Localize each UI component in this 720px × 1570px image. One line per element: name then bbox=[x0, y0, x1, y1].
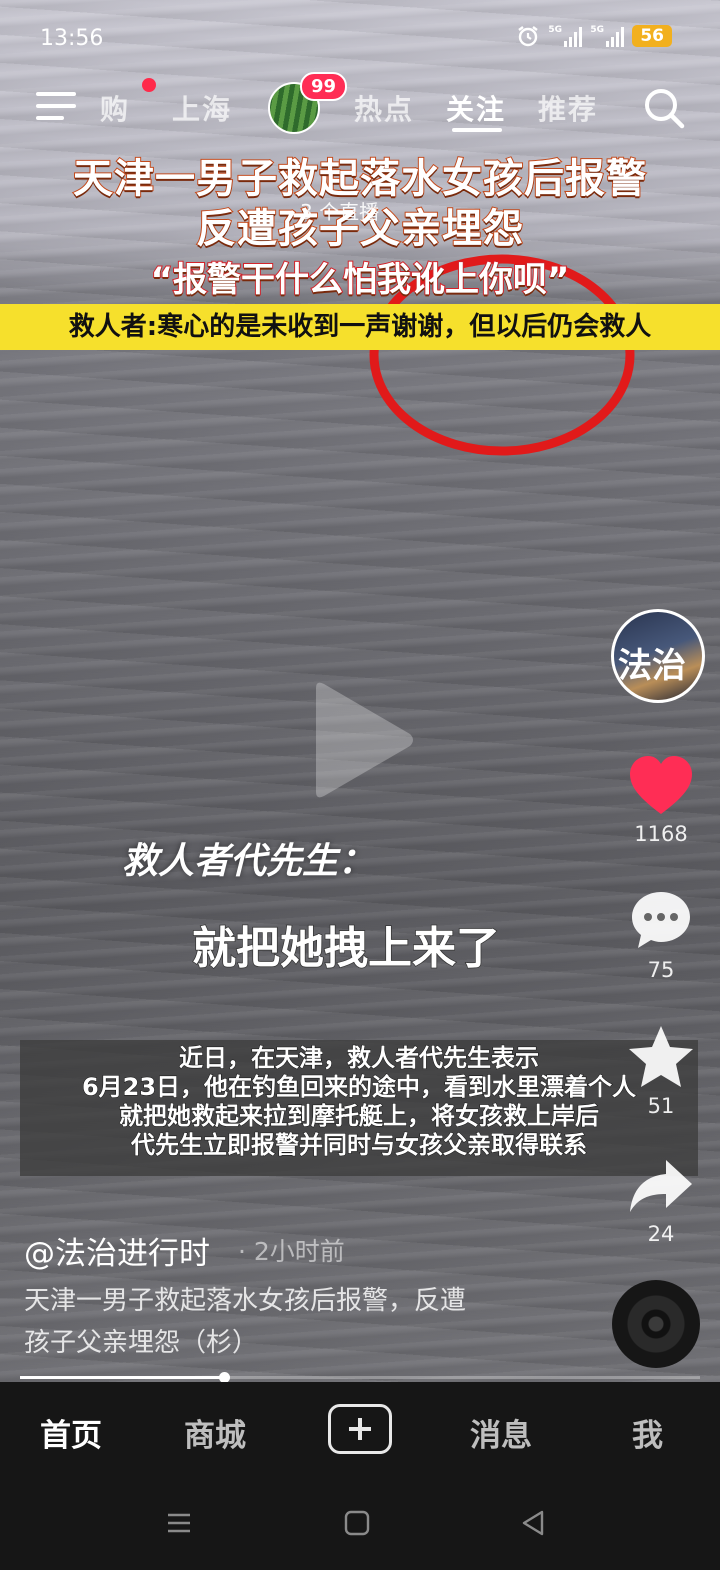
search-icon[interactable] bbox=[642, 86, 686, 130]
home-system-icon[interactable] bbox=[344, 1510, 370, 1536]
like-count: 1168 bbox=[634, 822, 688, 846]
recent-apps-icon[interactable] bbox=[166, 1510, 192, 1536]
share-icon[interactable] bbox=[626, 1152, 696, 1222]
video-progress-bar[interactable] bbox=[20, 1372, 700, 1382]
alarm-clock-icon bbox=[518, 26, 539, 47]
caption-box: 近日，在天津，救人者代先生表示 6月23日，他在钓鱼回来的途中，看到水里漂着个人… bbox=[20, 1040, 698, 1176]
signal-strength-icon: 5G bbox=[548, 25, 583, 47]
play-icon[interactable] bbox=[306, 680, 416, 800]
bottom-navigation: 首页 商城 消息 我 bbox=[0, 1382, 720, 1482]
tab-following[interactable]: 关注 bbox=[446, 88, 506, 128]
caption-line: 代先生立即报警并同时与女孩父亲取得联系 bbox=[131, 1131, 588, 1160]
favorite-count: 51 bbox=[647, 1094, 675, 1118]
author-name[interactable]: @法治进行时 bbox=[24, 1228, 210, 1273]
back-icon[interactable] bbox=[520, 1510, 546, 1536]
system-navigation-bar bbox=[0, 1482, 720, 1570]
creator-avatar-text: 法治 bbox=[618, 646, 686, 686]
signal-strength-icon: 5G bbox=[590, 25, 625, 47]
status-time: 13:56 bbox=[40, 26, 104, 51]
video-progress-fill bbox=[20, 1376, 224, 1379]
network-type-label: 5G bbox=[548, 25, 562, 35]
post-description-line1: 天津一男子救起落水女孩后报警，反遭 bbox=[24, 1286, 467, 1316]
heart-icon[interactable] bbox=[626, 752, 696, 822]
battery-indicator: 56 bbox=[632, 25, 672, 47]
live-count-label[interactable]: 3 个直播 bbox=[300, 196, 379, 225]
network-type-label: 5G bbox=[590, 25, 604, 35]
caption-line: 6月23日，他在钓鱼回来的途中，看到水里漂着个人 bbox=[81, 1073, 637, 1102]
nav-mall[interactable]: 商城 bbox=[184, 1410, 246, 1455]
star-icon[interactable] bbox=[626, 1022, 696, 1092]
comment-count: 75 bbox=[647, 958, 675, 982]
avatar-badge: 99 bbox=[300, 72, 348, 101]
speaker-label: 救人者代先生： bbox=[122, 841, 375, 882]
yellow-banner: 救人者:寒心的是未收到一声谢谢，但以后仍会救人 bbox=[0, 304, 720, 350]
menu-icon[interactable] bbox=[36, 92, 76, 126]
post-time: · 2小时前 bbox=[238, 1237, 345, 1266]
headline-quote: “报警干什么怕我讹上你呗” bbox=[150, 259, 571, 301]
tab-shanghai[interactable]: 上海 bbox=[172, 88, 232, 128]
nav-home[interactable]: 首页 bbox=[40, 1410, 102, 1455]
nav-messages[interactable]: 消息 bbox=[470, 1410, 532, 1455]
tab-shop[interactable]: 购 bbox=[100, 88, 130, 128]
video-progress-knob[interactable] bbox=[219, 1372, 230, 1382]
tab-recommend[interactable]: 推荐 bbox=[538, 88, 598, 128]
speech-subtitle: 就把她拽上来了 bbox=[191, 922, 501, 975]
creator-avatar[interactable]: 法治 bbox=[611, 609, 705, 703]
video-player[interactable]: 13:56 5G 5G 56 购 上海 99 热点 关注 推荐 天津一男子救起落… bbox=[0, 0, 720, 1382]
music-disc-icon[interactable] bbox=[612, 1280, 700, 1368]
status-icons: 5G 5G 56 bbox=[516, 24, 672, 48]
notification-dot bbox=[142, 78, 156, 92]
post-description-line2: 孩子父亲埋怨（杉） bbox=[24, 1328, 259, 1358]
comment-icon[interactable] bbox=[626, 886, 696, 956]
add-button[interactable] bbox=[328, 1404, 392, 1454]
nav-me[interactable]: 我 bbox=[632, 1410, 663, 1455]
tab-hot[interactable]: 热点 bbox=[354, 88, 414, 128]
caption-line: 近日，在天津，救人者代先生表示 bbox=[179, 1044, 540, 1073]
share-count: 24 bbox=[647, 1222, 675, 1246]
active-tab-indicator bbox=[452, 128, 502, 132]
caption-line: 就把她救起来拉到摩托艇上，将女孩救上岸后 bbox=[119, 1102, 600, 1131]
